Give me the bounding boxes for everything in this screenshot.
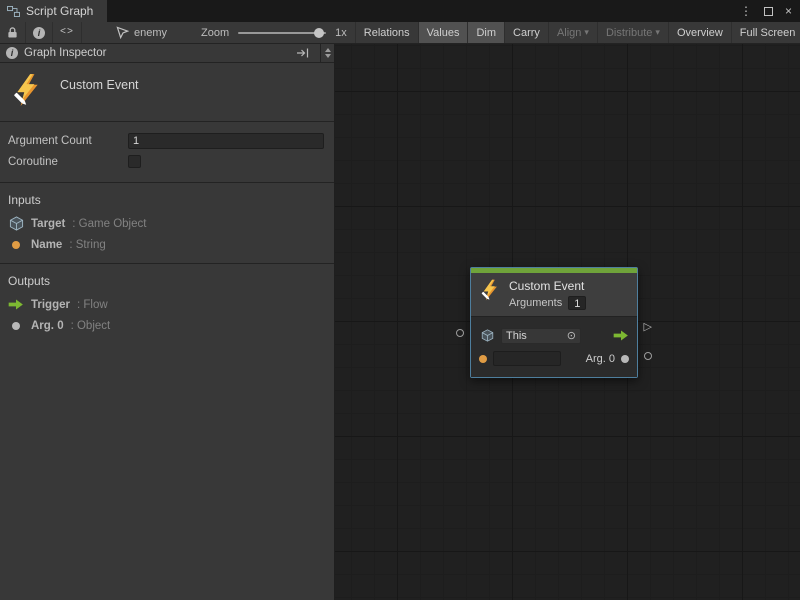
event-fields: Argument Count Coroutine (0, 122, 334, 183)
lock-icon[interactable] (0, 22, 26, 43)
arg0-output-port[interactable] (644, 352, 652, 360)
dim-button[interactable]: Dim (467, 22, 504, 43)
maximize-icon[interactable] (764, 7, 773, 16)
event-title: Custom Event (60, 78, 139, 92)
target-object-dropdown[interactable]: This ⊙ (501, 328, 581, 344)
zoom-label: Zoom (201, 27, 229, 39)
overview-button[interactable]: Overview (668, 22, 731, 43)
tab-bar: Script Graph ⋮ × (0, 0, 800, 22)
graph-toolbar: i <> enemy Zoom 1x Relations Values Dim … (0, 22, 800, 44)
cube-icon (8, 216, 24, 231)
custom-event-icon (479, 279, 501, 301)
name-port-icon[interactable] (479, 355, 487, 363)
arg0-label: Arg. 0 (586, 353, 615, 365)
values-button[interactable]: Values (418, 22, 468, 43)
argument-count-row: Argument Count (8, 130, 324, 151)
coroutine-checkbox[interactable] (128, 155, 141, 168)
io-row-target: Target : Game Object (0, 213, 334, 234)
cube-icon (479, 329, 495, 342)
align-button[interactable]: Align ▾ (548, 22, 597, 43)
coroutine-label: Coroutine (8, 156, 128, 168)
inspector-header: i Graph Inspector (0, 44, 334, 63)
node-arguments-label: Arguments (509, 297, 562, 309)
tab-script-graph[interactable]: Script Graph (0, 0, 107, 22)
outputs-section: Outputs Trigger : Flow Arg. 0 : Object (0, 264, 334, 344)
graph-name-label: enemy (134, 27, 167, 39)
target-input-port[interactable] (456, 329, 464, 337)
custom-event-icon (10, 73, 44, 107)
target-port-row: This ⊙ (479, 324, 629, 347)
input-name: Target (31, 218, 65, 230)
argument-count-label: Argument Count (8, 135, 128, 147)
io-row-arg0: Arg. 0 : Object (0, 315, 334, 336)
menu-icon[interactable]: ⋮ (740, 4, 752, 18)
chevron-down-icon: ▾ (655, 28, 660, 37)
relations-button[interactable]: Relations (355, 22, 418, 43)
full-screen-button[interactable]: Full Screen (731, 22, 800, 43)
output-name: Arg. 0 (31, 320, 64, 332)
zoom-slider-knob[interactable] (314, 28, 324, 38)
io-row-trigger: Trigger : Flow (0, 294, 334, 315)
close-icon[interactable]: × (785, 4, 792, 18)
panel-title: Graph Inspector (24, 47, 106, 59)
zoom-value: 1x (335, 27, 347, 39)
flow-arrow-icon (8, 299, 24, 310)
target-object-value: This (506, 330, 527, 342)
node-header[interactable]: Custom Event Arguments 1 (471, 273, 637, 316)
input-type: : String (69, 239, 105, 251)
zoom-control: Zoom 1x (193, 22, 355, 43)
info-icon: i (6, 47, 18, 59)
argument-count-input[interactable] (128, 133, 324, 149)
graph-breadcrumb[interactable]: enemy (108, 22, 175, 43)
script-graph-icon (7, 6, 20, 17)
inputs-section: Inputs Target : Game Object Name : Strin… (0, 183, 334, 264)
node-body: This ⊙ Arg. 0 (471, 316, 637, 377)
distribute-button[interactable]: Distribute ▾ (597, 22, 668, 43)
tab-label: Script Graph (26, 4, 93, 18)
coroutine-row: Coroutine (8, 151, 324, 172)
output-type: : Object (71, 320, 111, 332)
string-port-icon (8, 241, 24, 249)
output-name: Trigger (31, 299, 70, 311)
toolbar-toggles: Relations Values Dim Carry Align ▾ Distr… (355, 22, 800, 43)
dock-icon[interactable] (292, 48, 314, 58)
outputs-title: Outputs (0, 270, 334, 294)
node-arguments-value[interactable]: 1 (568, 296, 586, 310)
info-icon[interactable]: i (26, 22, 53, 43)
trigger-flow-icon[interactable] (613, 330, 629, 341)
object-port-icon (8, 322, 24, 330)
input-type: : Game Object (72, 218, 146, 230)
zoom-slider[interactable] (238, 32, 326, 34)
object-picker-icon[interactable]: ⊙ (567, 329, 576, 342)
event-header: Custom Event (0, 63, 334, 122)
event-name-input[interactable] (493, 351, 561, 366)
arg0-port-icon[interactable] (621, 355, 629, 363)
graph-inspector-panel: i Graph Inspector Custom Event Argument … (0, 44, 335, 600)
cursor-icon (116, 26, 129, 39)
name-port-row: Arg. 0 (479, 347, 629, 370)
input-name: Name (31, 239, 62, 251)
inputs-title: Inputs (0, 189, 334, 213)
code-view-icon[interactable]: <> (53, 22, 82, 43)
io-row-name: Name : String (0, 234, 334, 255)
panel-stepper[interactable] (320, 44, 334, 63)
node-title: Custom Event (509, 279, 586, 293)
trigger-output-port[interactable]: ▷ (644, 322, 652, 333)
window-controls: ⋮ × (740, 0, 792, 22)
carry-button[interactable]: Carry (504, 22, 548, 43)
graph-canvas[interactable]: Custom Event Arguments 1 This ⊙ (335, 44, 800, 600)
output-type: : Flow (77, 299, 108, 311)
chevron-down-icon: ▾ (584, 28, 589, 37)
custom-event-node[interactable]: Custom Event Arguments 1 This ⊙ (470, 267, 638, 378)
